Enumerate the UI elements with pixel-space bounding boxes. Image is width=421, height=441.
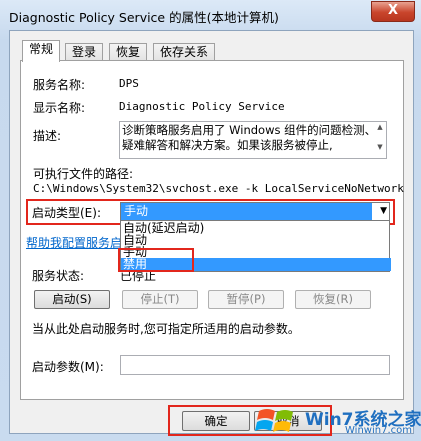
windows-logo-icon bbox=[255, 409, 293, 432]
stop-button[interactable]: 停止(T) bbox=[122, 290, 198, 309]
start-params-hint: 当从此处启动服务时,您可指定所适用的启动参数。 bbox=[32, 322, 300, 336]
tab-general[interactable]: 常规 bbox=[22, 40, 61, 62]
pause-button[interactable]: 暂停(P) bbox=[208, 290, 284, 309]
startup-type-label: 启动类型(E): bbox=[32, 206, 101, 220]
title-bar: Diagnostic Policy Service 的属性(本地计算机) X bbox=[0, 0, 421, 30]
display-name-label: 显示名称: bbox=[33, 101, 86, 115]
tab-recovery[interactable]: 恢复 bbox=[109, 43, 148, 61]
properties-window: Diagnostic Policy Service 的属性(本地计算机) X 常… bbox=[0, 0, 421, 441]
description-text: 诊断策略服务启用了 Windows 组件的问题检测、疑难解答和解决方案。如果该服… bbox=[122, 123, 377, 152]
watermark-url: Winwin7.com bbox=[345, 425, 412, 436]
description-scrollbar[interactable]: ▲ ▼ bbox=[374, 122, 386, 158]
display-name-value: Diagnostic Policy Service bbox=[119, 100, 285, 113]
resume-button[interactable]: 恢复(R) bbox=[295, 290, 371, 309]
window-title: Diagnostic Policy Service 的属性(本地计算机) bbox=[9, 10, 279, 25]
help-link[interactable]: 帮助我配置服务启 bbox=[26, 234, 122, 251]
start-params-label: 启动参数(M): bbox=[32, 360, 104, 374]
exe-path-label: 可执行文件的路径: bbox=[33, 167, 134, 181]
watermark: Win7系统之家 Winwin7.com bbox=[245, 403, 421, 437]
start-params-input[interactable] bbox=[120, 355, 390, 375]
dialog-client: 常规 登录 恢复 依存关系 服务名称: DPS 显示名称: Diagnostic… bbox=[9, 30, 414, 434]
description-label: 描述: bbox=[33, 129, 62, 143]
start-button[interactable]: 启动(S) bbox=[34, 290, 110, 309]
service-status-label: 服务状态: bbox=[32, 269, 85, 283]
disabled-option-highlight bbox=[118, 248, 194, 272]
startup-type-value: 手动 bbox=[121, 203, 372, 220]
startup-type-select[interactable]: 手动 ▼ bbox=[120, 202, 390, 221]
tab-dependencies[interactable]: 依存关系 bbox=[153, 43, 216, 61]
chevron-down-icon[interactable]: ▼ bbox=[380, 203, 387, 220]
tab-logon[interactable]: 登录 bbox=[65, 43, 104, 61]
description-box[interactable]: 诊断策略服务启用了 Windows 组件的问题检测、疑难解答和解决方案。如果该服… bbox=[119, 121, 387, 159]
service-name-label: 服务名称: bbox=[33, 78, 86, 92]
exe-path-value: C:\Windows\System32\svchost.exe -k Local… bbox=[33, 182, 404, 195]
service-name-value: DPS bbox=[119, 77, 139, 90]
close-button[interactable]: X bbox=[371, 1, 415, 22]
